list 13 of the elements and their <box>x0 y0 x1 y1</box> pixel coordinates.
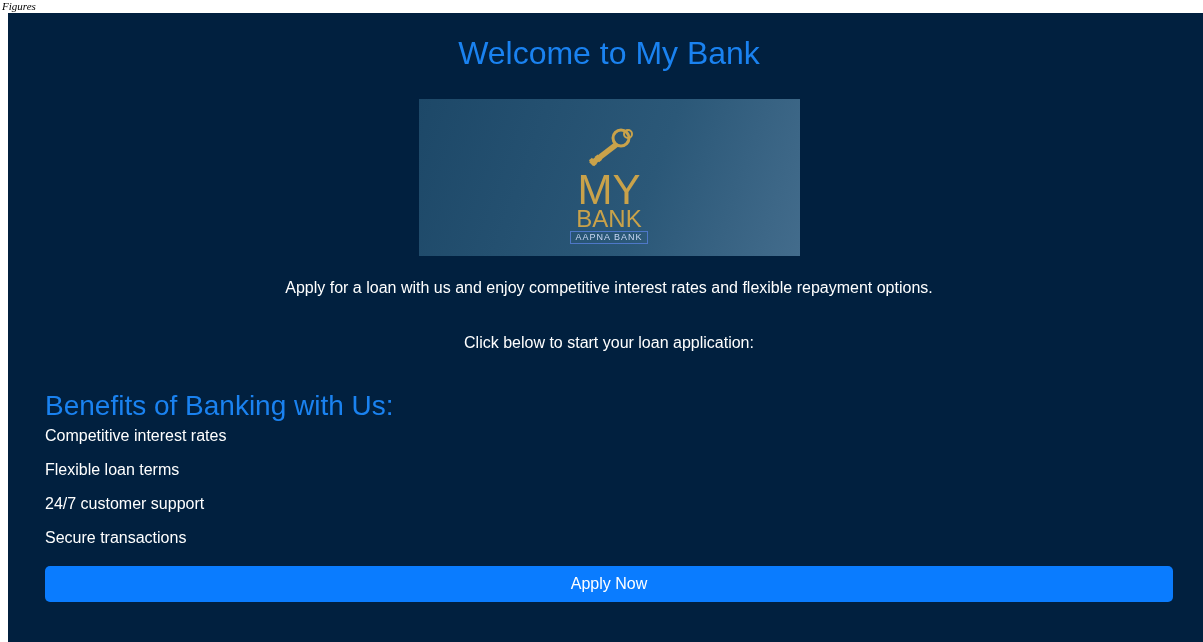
page-title: Welcome to My Bank <box>457 36 761 70</box>
prompt-text: Click below to start your loan application: <box>463 333 755 353</box>
figure-caption: Figures <box>1 0 36 13</box>
benefit-item: Flexible loan terms <box>45 460 181 480</box>
benefit-item: 24/7 customer support <box>45 494 206 514</box>
intro-text: Apply for a loan with us and enjoy competitive interest rates and flexible repayment options. <box>284 278 934 298</box>
benefit-item: Competitive interest rates <box>45 426 228 446</box>
section-heading: Benefits of Banking with Us: <box>45 390 395 422</box>
logo-text: MY <box>577 172 641 208</box>
benefit-item: Secure transactions <box>45 528 188 548</box>
logo-text: BANK <box>576 208 642 230</box>
apply-button[interactable]: Apply Now <box>45 566 1173 602</box>
logo-tagline: AAPNA BANK <box>570 231 648 244</box>
